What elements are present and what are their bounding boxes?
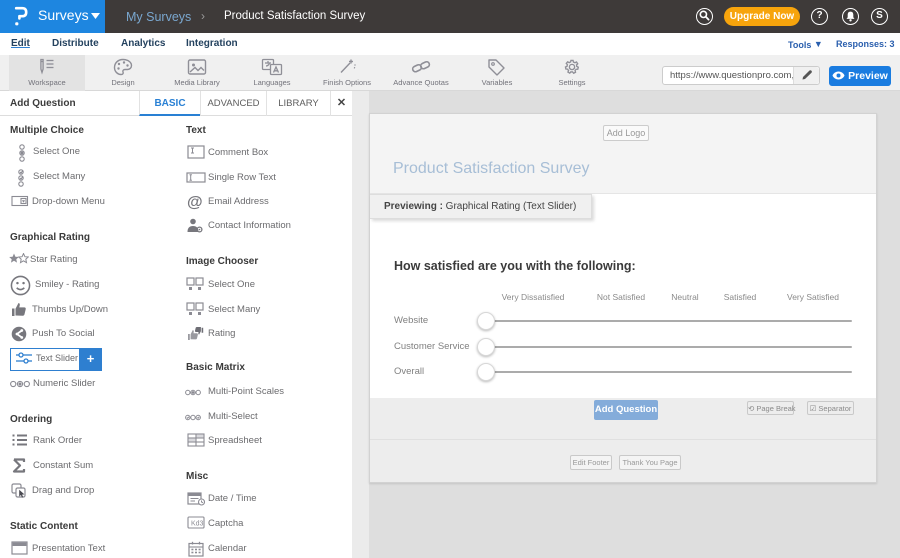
svg-text:Kd3: Kd3 xyxy=(191,521,204,528)
